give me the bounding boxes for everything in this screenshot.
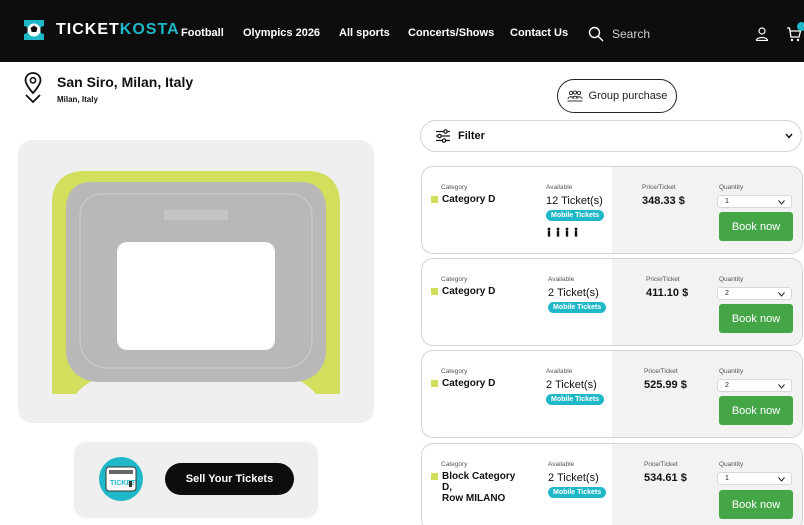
chevron-down-icon [778, 477, 785, 482]
people-icons [547, 227, 578, 237]
nav-link-concerts[interactable]: Concerts/Shows [408, 27, 494, 39]
cart-badge [797, 22, 804, 31]
mobile-tickets-badge: Mobile Tickets [546, 394, 605, 405]
mobile-tickets-badge: Mobile Tickets [546, 210, 605, 221]
quantity-value: 2 [725, 290, 729, 297]
ticket-listing: Category Category D Available 12 Ticket(… [421, 166, 803, 254]
available-count: 2 Ticket(s) [546, 379, 597, 391]
stadium-seat-map[interactable] [50, 168, 342, 396]
available-label: Available [548, 461, 575, 468]
quantity-select[interactable]: 1 [717, 195, 792, 208]
group-purchase-button[interactable]: Group purchase [557, 79, 677, 113]
ticket-listing: Category Category D Available 2 Ticket(s… [421, 258, 803, 346]
search-input[interactable] [612, 24, 742, 44]
search-icon[interactable] [588, 26, 604, 42]
price-label: Price/Ticket [644, 368, 678, 375]
available-count: 2 Ticket(s) [548, 472, 599, 484]
ticket-listing: Category Category D Available 2 Ticket(s… [421, 350, 803, 438]
quantity-label: Quantity [719, 461, 744, 468]
chevron-down-icon [778, 384, 785, 389]
location-pin-icon [24, 72, 42, 104]
filter-label: Filter [458, 130, 485, 142]
category-name: Block Category D, Row MILANO [442, 471, 542, 504]
ticket-illustration-text: TICKET [110, 480, 136, 487]
quantity-select[interactable]: 2 [717, 287, 792, 300]
pitch [117, 242, 275, 350]
quantity-select[interactable]: 2 [717, 379, 792, 392]
category-label: Category [441, 184, 468, 191]
price-label: Price/Ticket [646, 276, 680, 283]
category-swatch [431, 288, 438, 295]
group-people-icon [567, 90, 583, 102]
nav-link-olympics[interactable]: Olympics 2026 [243, 27, 320, 39]
available-count: 2 Ticket(s) [548, 287, 599, 299]
price-label: Price/Ticket [644, 461, 678, 468]
top-nav: TICKETKOSTA Football Olympics 2026 All s… [0, 0, 804, 62]
quantity-label: Quantity [719, 368, 744, 375]
category-name: Category D [442, 286, 496, 297]
ticket-listing: Category Block Category D, Row MILANO Av… [421, 443, 803, 525]
quantity-select[interactable]: 1 [717, 472, 792, 485]
brand-name: TICKETKOSTA [56, 21, 180, 38]
category-swatch [431, 380, 438, 387]
category-name: Category D [442, 194, 496, 205]
category-label: Category [441, 368, 468, 375]
available-label: Available [546, 184, 573, 191]
category-name-line: Row MILANO [442, 493, 506, 504]
quantity-value: 1 [725, 198, 729, 205]
available-label: Available [548, 276, 575, 283]
ticket-price: 525.99 $ [644, 379, 687, 391]
venue-location: Milan, Italy [57, 95, 98, 104]
sell-your-tickets-button[interactable]: Sell Your Tickets [165, 463, 294, 495]
book-now-button[interactable]: Book now [719, 490, 793, 519]
nav-link-contact[interactable]: Contact Us [510, 27, 568, 39]
nav-link-all-sports[interactable]: All sports [339, 27, 390, 39]
chevron-down-icon [778, 292, 785, 297]
ticket-price: 534.61 $ [644, 472, 687, 484]
filter-dropdown[interactable]: Filter [420, 120, 802, 152]
category-label: Category [441, 461, 468, 468]
book-now-button[interactable]: Book now [719, 212, 793, 241]
available-label: Available [546, 368, 573, 375]
available-count: 12 Ticket(s) [546, 195, 603, 207]
sliders-icon [436, 129, 450, 143]
book-now-button[interactable]: Book now [719, 304, 793, 333]
book-now-button[interactable]: Book now [719, 396, 793, 425]
ticket-price: 411.10 $ [646, 287, 689, 299]
mobile-tickets-badge: Mobile Tickets [548, 302, 607, 313]
category-name: Category D [442, 378, 496, 389]
quantity-value: 2 [725, 382, 729, 389]
nav-link-football[interactable]: Football [181, 27, 224, 39]
venue-name: San Siro, Milan, Italy [57, 74, 194, 90]
quantity-label: Quantity [719, 184, 744, 191]
ticket-price: 348.33 $ [642, 195, 685, 207]
quantity-value: 1 [725, 475, 729, 482]
category-label: Category [441, 276, 468, 283]
user-icon[interactable] [755, 27, 769, 41]
ticket-illustration-icon: TICKET [99, 457, 143, 501]
ticketkosta-logo-icon [24, 20, 44, 40]
price-label: Price/Ticket [642, 184, 676, 191]
category-swatch [431, 473, 438, 480]
mobile-tickets-badge: Mobile Tickets [548, 487, 607, 498]
chevron-down-icon [778, 200, 785, 205]
quantity-label: Quantity [719, 276, 744, 283]
group-purchase-label: Group purchase [588, 90, 668, 102]
category-name-line: D, [442, 482, 452, 493]
category-name-line: Block Category [442, 471, 516, 482]
chevron-down-icon [785, 133, 793, 139]
logo[interactable]: TICKETKOSTA [20, 16, 180, 44]
press-box [164, 210, 228, 220]
category-swatch [431, 196, 438, 203]
